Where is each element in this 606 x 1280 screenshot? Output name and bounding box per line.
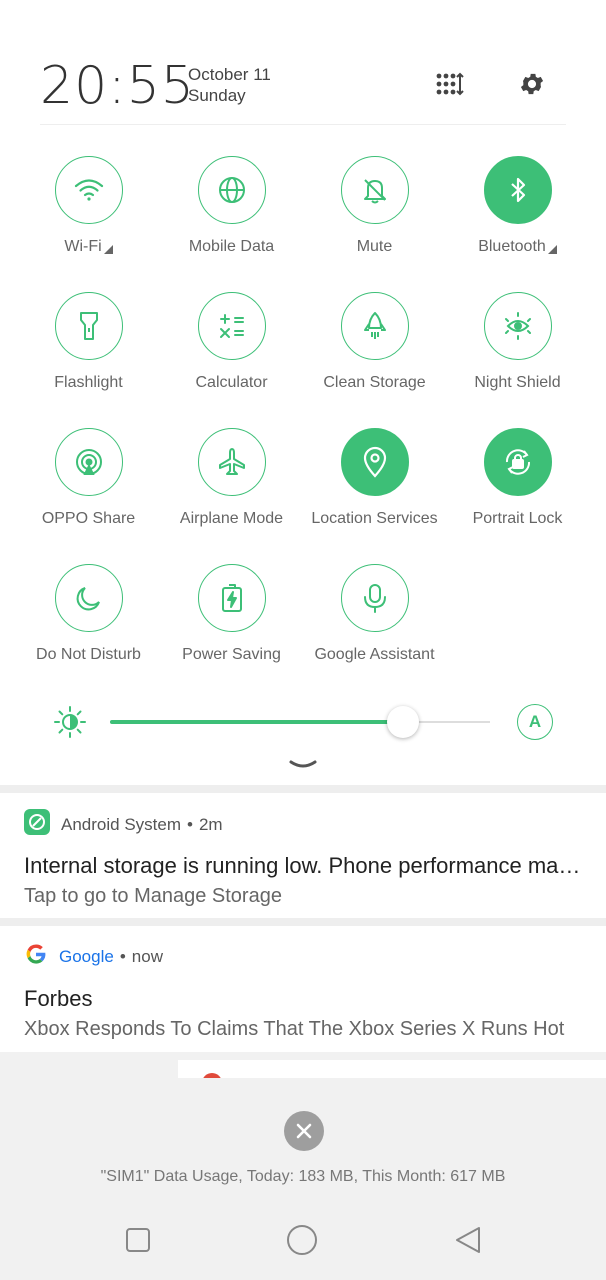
date-block[interactable]: October 11 Sunday bbox=[188, 64, 271, 106]
tile-label: Wi-Fi bbox=[64, 238, 102, 255]
microphone-icon bbox=[340, 564, 409, 632]
separator-dot: • bbox=[119, 946, 126, 966]
tile-calculator[interactable]: Calculator bbox=[160, 292, 303, 412]
wifi-icon bbox=[54, 156, 123, 224]
gear-icon[interactable] bbox=[514, 66, 550, 102]
battery-bolt-icon bbox=[197, 564, 266, 632]
expand-corner-icon bbox=[547, 245, 557, 254]
navigation-bar bbox=[0, 1210, 606, 1270]
globe-icon bbox=[197, 156, 266, 224]
auto-brightness-button[interactable]: A bbox=[517, 704, 553, 740]
tile-airplane-mode[interactable]: Airplane Mode bbox=[160, 428, 303, 548]
android-system-app-icon bbox=[24, 809, 50, 840]
tile-mute[interactable]: Mute bbox=[303, 156, 446, 276]
tile-night-shield[interactable]: Night Shield bbox=[446, 292, 589, 412]
back-triangle-icon[interactable] bbox=[452, 1224, 484, 1256]
quick-settings-header: 20:55 October 11 Sunday bbox=[0, 0, 606, 125]
bottom-area: "SIM1" Data Usage, Today: 183 MB, This M… bbox=[0, 1078, 606, 1280]
notification-divider bbox=[0, 918, 606, 926]
brightness-control: A bbox=[0, 700, 606, 746]
clear-all-button[interactable] bbox=[284, 1111, 324, 1151]
share-signal-icon bbox=[54, 428, 123, 496]
notification-app-name: Android System bbox=[61, 814, 181, 834]
notification-title: Internal storage is running low. Phone p… bbox=[24, 853, 584, 878]
tile-clean-storage[interactable]: Clean Storage bbox=[303, 292, 446, 412]
brightness-slider[interactable] bbox=[110, 706, 490, 738]
tile-label: Calculator bbox=[195, 374, 268, 391]
recents-square-icon[interactable] bbox=[122, 1224, 154, 1256]
notification-time: 2m bbox=[198, 814, 223, 834]
tile-label: Night Shield bbox=[474, 374, 561, 391]
clock-time[interactable]: 20:55 bbox=[40, 56, 195, 116]
brightness-fill bbox=[110, 720, 403, 724]
notification-title: Forbes bbox=[24, 986, 93, 1011]
tile-label: Bluetooth bbox=[478, 238, 546, 255]
brightness-thumb[interactable] bbox=[386, 706, 419, 738]
tile-google-assistant[interactable]: Google Assistant bbox=[303, 564, 446, 684]
notification-google[interactable]: Google • now Forbes Xbox Responds To Cla… bbox=[0, 926, 606, 1052]
notification-peek[interactable] bbox=[178, 1060, 606, 1083]
eye-icon bbox=[483, 292, 552, 360]
collapse-handle-icon[interactable] bbox=[287, 758, 319, 777]
location-pin-icon bbox=[340, 428, 409, 496]
tile-label: Clean Storage bbox=[323, 374, 426, 391]
tile-location-services[interactable]: Location Services bbox=[303, 428, 446, 548]
tile-label: Airplane Mode bbox=[179, 510, 284, 527]
separator-dot: • bbox=[187, 814, 193, 834]
close-icon bbox=[296, 1123, 312, 1139]
moon-icon bbox=[54, 564, 123, 632]
date-text: October 11 bbox=[188, 65, 271, 84]
notification-body: Tap to go to Manage Storage bbox=[24, 885, 282, 907]
bluetooth-icon bbox=[483, 156, 552, 224]
flashlight-icon bbox=[54, 292, 123, 360]
day-text: Sunday bbox=[188, 86, 246, 105]
expand-corner-icon bbox=[103, 245, 113, 254]
notification-header: Google • now bbox=[24, 942, 163, 971]
tile-label: Mute bbox=[356, 238, 393, 255]
grid-sort-icon[interactable] bbox=[432, 66, 468, 102]
google-g-icon bbox=[24, 942, 48, 971]
home-circle-icon[interactable] bbox=[286, 1224, 318, 1256]
header-divider bbox=[40, 124, 566, 125]
tile-flashlight[interactable]: Flashlight bbox=[17, 292, 160, 412]
data-usage-text: "SIM1" Data Usage, Today: 183 MB, This M… bbox=[100, 1168, 506, 1185]
rocket-icon bbox=[340, 292, 409, 360]
tile-oppo-share[interactable]: OPPO Share bbox=[17, 428, 160, 548]
tile-portrait-lock[interactable]: Portrait Lock bbox=[446, 428, 589, 548]
tile-label: Location Services bbox=[311, 510, 438, 527]
tile-label: Portrait Lock bbox=[472, 510, 563, 527]
tile-bluetooth[interactable]: Bluetooth bbox=[446, 156, 589, 276]
tile-power-saving[interactable]: Power Saving bbox=[160, 564, 303, 684]
tile-do-not-disturb[interactable]: Do Not Disturb bbox=[17, 564, 160, 684]
tile-label: Do Not Disturb bbox=[36, 646, 141, 663]
tile-mobile-data[interactable]: Mobile Data bbox=[160, 156, 303, 276]
bell-off-icon bbox=[340, 156, 409, 224]
notification-time: now bbox=[131, 946, 163, 966]
tile-wifi[interactable]: Wi-Fi bbox=[17, 156, 160, 276]
notification-android-system[interactable]: Android System • 2m Internal storage is … bbox=[0, 793, 606, 918]
brightness-sun-icon bbox=[52, 704, 88, 745]
notification-app-name: Google bbox=[59, 946, 114, 966]
airplane-icon bbox=[197, 428, 266, 496]
tile-label: Google Assistant bbox=[314, 646, 435, 663]
notification-header: Android System • 2m bbox=[24, 809, 223, 840]
calculator-icon bbox=[197, 292, 266, 360]
tile-label: Mobile Data bbox=[188, 238, 275, 255]
rotation-lock-icon bbox=[483, 428, 552, 496]
tile-label: Power Saving bbox=[182, 646, 281, 663]
tile-label: Flashlight bbox=[54, 374, 123, 391]
notification-body: Xbox Responds To Claims That The Xbox Se… bbox=[24, 1018, 565, 1040]
notification-divider bbox=[0, 785, 606, 793]
tile-label: OPPO Share bbox=[41, 510, 136, 527]
